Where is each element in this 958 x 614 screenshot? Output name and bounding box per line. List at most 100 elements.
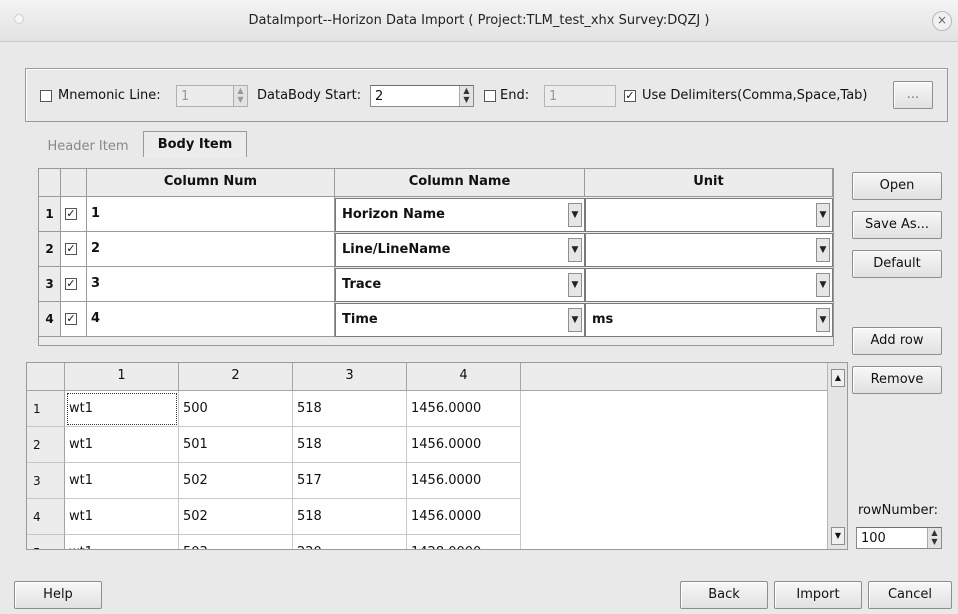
- preview-cell[interactable]: wt1: [65, 499, 179, 535]
- row-number-value: 100: [861, 531, 886, 546]
- column-name-combo[interactable]: Horizon Name ▼: [335, 198, 585, 232]
- unit-combo[interactable]: ▼: [585, 268, 833, 302]
- preview-column-header[interactable]: 2: [179, 363, 293, 391]
- preview-cell[interactable]: 502: [179, 499, 293, 535]
- preview-cell[interactable]: 220: [293, 535, 407, 549]
- row-check-cell: ✓: [61, 302, 87, 337]
- more-options-button[interactable]: ...: [893, 81, 933, 109]
- column-num-header[interactable]: Column Num: [87, 169, 335, 197]
- unit-combo[interactable]: ms ▼: [585, 303, 833, 337]
- preview-cell[interactable]: 1456.0000: [407, 499, 521, 535]
- row-check-cell: ✓: [61, 232, 87, 267]
- dropdown-arrow-icon[interactable]: ▼: [568, 238, 582, 262]
- mnemonic-line-value: 1: [181, 89, 190, 104]
- preview-cell[interactable]: 502: [179, 463, 293, 499]
- end-field[interactable]: 1: [544, 85, 616, 107]
- preview-column-header[interactable]: 3: [293, 363, 407, 391]
- preview-cell[interactable]: 500: [179, 391, 293, 427]
- dropdown-arrow-icon[interactable]: ▼: [816, 308, 830, 332]
- databody-start-spinbox[interactable]: 2 ▲ ▼: [370, 85, 474, 107]
- spin-arrows-icon[interactable]: ▲ ▼: [927, 528, 941, 548]
- preview-column-header[interactable]: 4: [407, 363, 521, 391]
- open-button[interactable]: Open: [852, 172, 942, 200]
- preview-cell[interactable]: 518: [293, 391, 407, 427]
- preview-cell[interactable]: 1428.0000: [407, 535, 521, 549]
- column-name-value: Line/LineName: [342, 242, 451, 257]
- mnemonic-line-spinbox[interactable]: 1 ▲ ▼: [176, 85, 248, 107]
- column-num-cell[interactable]: 3: [87, 267, 335, 302]
- row-checkbox[interactable]: ✓: [65, 278, 77, 290]
- column-name-combo[interactable]: Trace ▼: [335, 268, 585, 302]
- corner-header: [39, 169, 61, 197]
- row-checkbox[interactable]: ✓: [65, 243, 77, 255]
- preview-cell[interactable]: 1456.0000: [407, 427, 521, 463]
- mnemonic-line-label: Mnemonic Line:: [58, 88, 161, 103]
- row-check-cell: ✓: [61, 197, 87, 232]
- scroll-up-icon[interactable]: ▲: [831, 369, 845, 387]
- preview-cell[interactable]: 518: [293, 427, 407, 463]
- close-icon[interactable]: ×: [932, 11, 952, 31]
- unit-combo[interactable]: ▼: [585, 198, 833, 232]
- preview-row-number: 4: [27, 499, 65, 535]
- help-button[interactable]: Help: [14, 581, 102, 609]
- column-num-cell[interactable]: 2: [87, 232, 335, 267]
- preview-row-number: 1: [27, 391, 65, 427]
- column-num-cell[interactable]: 1: [87, 197, 335, 232]
- back-button[interactable]: Back: [680, 581, 768, 609]
- preview-column-header[interactable]: 1: [65, 363, 179, 391]
- dropdown-arrow-icon[interactable]: ▼: [568, 308, 582, 332]
- preview-cell[interactable]: 501: [179, 427, 293, 463]
- dropdown-arrow-icon[interactable]: ▼: [816, 273, 830, 297]
- preview-cell[interactable]: wt1: [65, 463, 179, 499]
- column-num-cell[interactable]: 4: [87, 302, 335, 337]
- spin-arrows-icon[interactable]: ▲ ▼: [233, 86, 247, 106]
- dropdown-arrow-icon[interactable]: ▼: [568, 203, 582, 227]
- save-as-button[interactable]: Save As...: [852, 211, 942, 239]
- row-number-header: 4: [39, 302, 61, 337]
- row-number-header: 2: [39, 232, 61, 267]
- dropdown-arrow-icon[interactable]: ▼: [816, 238, 830, 262]
- add-row-button[interactable]: Add row: [852, 327, 942, 355]
- unit-header[interactable]: Unit: [585, 169, 833, 197]
- column-name-combo[interactable]: Line/LineName ▼: [335, 233, 585, 267]
- preview-cell[interactable]: 1456.0000: [407, 391, 521, 427]
- cancel-button[interactable]: Cancel: [868, 581, 952, 609]
- preview-cell[interactable]: 503: [179, 535, 293, 549]
- window-title: DataImport--Horizon Data Import ( Projec…: [248, 13, 710, 28]
- row-check-cell: ✓: [61, 267, 87, 302]
- default-button[interactable]: Default: [852, 250, 942, 278]
- column-name-combo[interactable]: Time ▼: [335, 303, 585, 337]
- preview-cell[interactable]: wt1: [65, 391, 179, 427]
- import-button[interactable]: Import: [774, 581, 862, 609]
- preview-cell[interactable]: 518: [293, 499, 407, 535]
- column-name-value: Time: [342, 312, 378, 327]
- row-number-spinbox[interactable]: 100 ▲ ▼: [856, 527, 942, 549]
- column-name-header[interactable]: Column Name: [335, 169, 585, 197]
- column-name-value: Trace: [342, 277, 382, 292]
- preview-vertical-scrollbar[interactable]: ▲ ▼: [827, 363, 847, 549]
- row-number-header: 1: [39, 197, 61, 232]
- unit-combo[interactable]: ▼: [585, 233, 833, 267]
- preview-cell[interactable]: 1456.0000: [407, 463, 521, 499]
- preview-row-number: 2: [27, 427, 65, 463]
- end-value: 1: [549, 89, 558, 104]
- body-item-table: Column Num Column Name Unit 1 ✓ 1 Horizo…: [38, 168, 834, 346]
- tab-header-item[interactable]: Header Item: [36, 136, 140, 158]
- dropdown-arrow-icon[interactable]: ▼: [568, 273, 582, 297]
- preview-cell[interactable]: 517: [293, 463, 407, 499]
- tab-body-item[interactable]: Body Item: [143, 131, 247, 157]
- remove-button[interactable]: Remove: [852, 366, 942, 394]
- preview-row-number: 3: [27, 463, 65, 499]
- preview-cell[interactable]: wt1: [65, 535, 179, 549]
- row-checkbox[interactable]: ✓: [65, 208, 77, 220]
- row-checkbox[interactable]: ✓: [65, 313, 77, 325]
- end-checkbox[interactable]: [484, 90, 496, 102]
- use-delimiters-checkbox[interactable]: ✓: [624, 90, 636, 102]
- dropdown-arrow-icon[interactable]: ▼: [816, 203, 830, 227]
- mnemonic-line-checkbox[interactable]: [40, 90, 52, 102]
- spin-arrows-icon[interactable]: ▲ ▼: [459, 86, 473, 106]
- scroll-down-icon[interactable]: ▼: [831, 527, 845, 545]
- preview-cell[interactable]: wt1: [65, 427, 179, 463]
- row-number-label: rowNumber:: [858, 503, 939, 518]
- preview-corner-header: [27, 363, 65, 391]
